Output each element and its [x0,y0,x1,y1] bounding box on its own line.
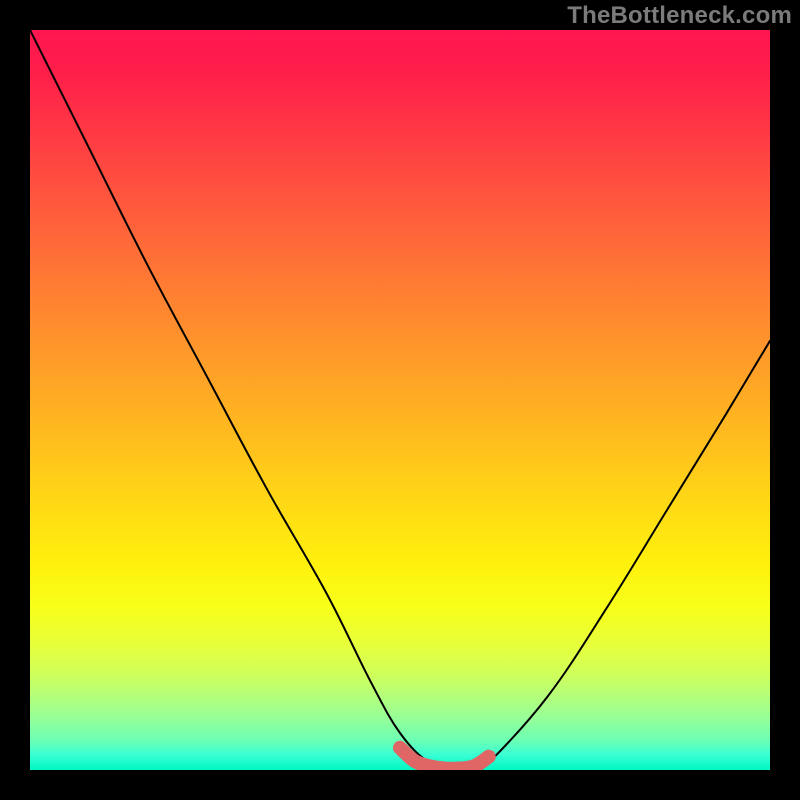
watermark-text: TheBottleneck.com [567,2,792,30]
plot-area [30,30,770,770]
curve-layer [30,30,770,770]
bottleneck-curve [30,30,770,770]
chart-container: TheBottleneck.com [0,0,800,800]
bottom-highlight [400,748,489,769]
